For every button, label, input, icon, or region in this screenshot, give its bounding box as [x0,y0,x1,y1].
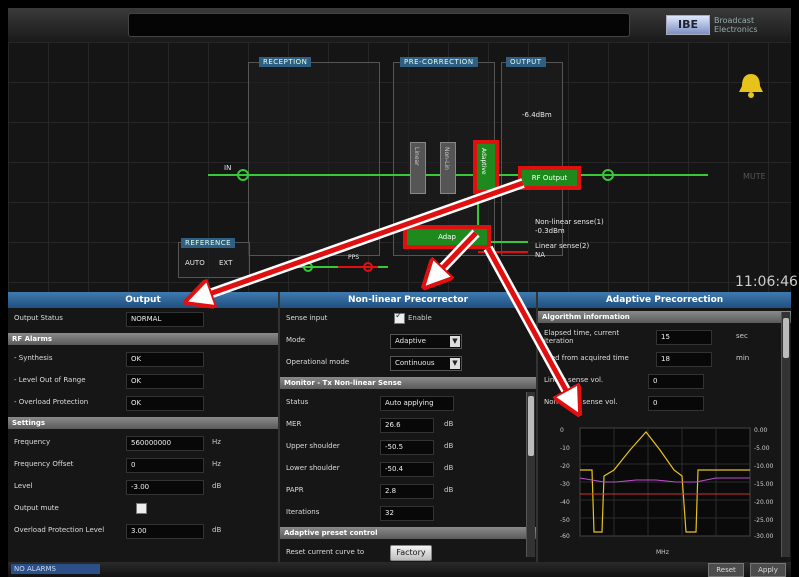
bottom-bar: NO ALARMS Reset Apply [8,562,791,577]
apply-button[interactable]: Apply [750,563,786,577]
alarm-status-indicator[interactable]: NO ALARMS [11,564,100,574]
application-window: IBE Broadcast Electronics RECEPTION PRE-… [8,8,798,577]
annotation-arrows [8,178,791,577]
reset-button[interactable]: Reset [708,563,744,577]
